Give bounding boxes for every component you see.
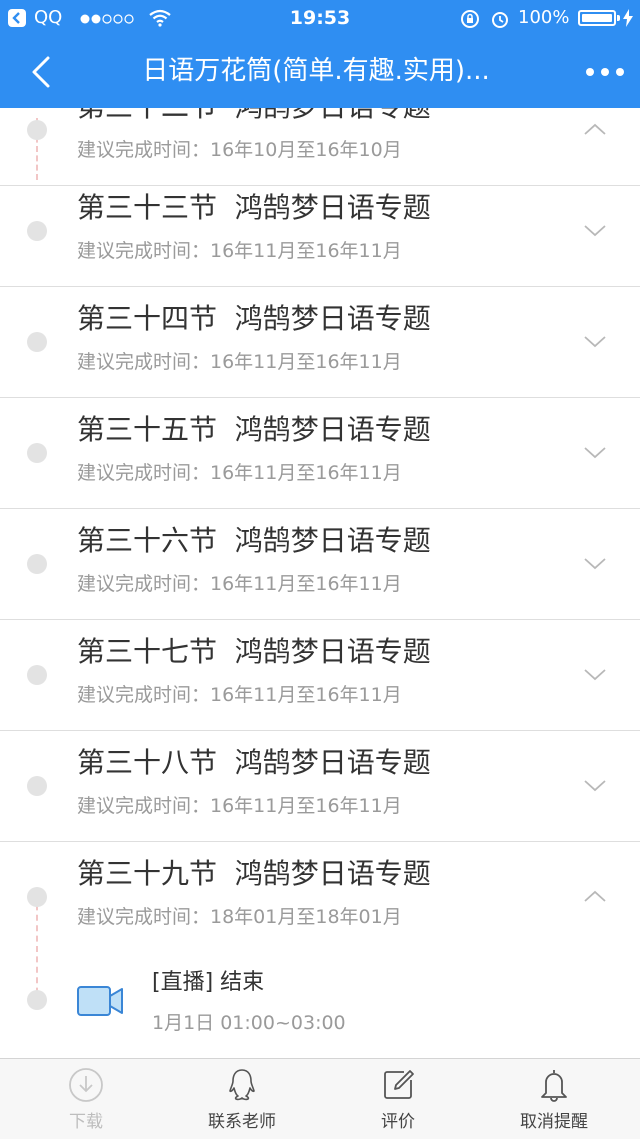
lesson-deadline: 建议完成时间：16年11月至16年11月 [77, 795, 402, 817]
lesson-title: 第三十五节 鸿鹄梦日语专题 [77, 413, 431, 446]
qq-penguin-icon [229, 1069, 255, 1101]
lesson-title: 第三十九节 鸿鹄梦日语专题 [77, 857, 431, 890]
tab-label: 评价 [381, 1112, 415, 1132]
lesson-title: 第三十四节 鸿鹄梦日语专题 [77, 302, 431, 335]
lesson-deadline: 建议完成时间：16年11月至16年11月 [77, 573, 402, 595]
lesson-deadline: 建议完成时间：16年11月至16年11月 [77, 684, 402, 706]
tab-review[interactable]: 评价 [318, 1059, 478, 1139]
lesson-title: 第三十二节 鸿鹄梦日语专题 [77, 108, 431, 127]
chevron-down-icon[interactable] [582, 222, 608, 238]
chevron-down-icon[interactable] [582, 777, 608, 793]
lesson-title: 第三十八节 鸿鹄梦日语专题 [77, 746, 431, 779]
live-session-title: [直播] 结束 [152, 970, 265, 995]
timeline-dot [27, 554, 47, 574]
chevron-up-icon[interactable] [582, 121, 608, 137]
rotation-lock-icon [461, 10, 479, 28]
lesson-item[interactable]: 第三十三节 鸿鹄梦日语专题 建议完成时间：16年11月至16年11月 [0, 176, 640, 287]
timeline-dot [27, 332, 47, 352]
lesson-title: 第三十七节 鸿鹄梦日语专题 [77, 635, 431, 668]
chevron-down-icon[interactable] [582, 666, 608, 682]
battery-percentage: 100% [518, 7, 570, 28]
timeline-dot [27, 776, 47, 796]
lesson-title: 第三十三节 鸿鹄梦日语专题 [77, 191, 431, 224]
lesson-deadline: 建议完成时间：18年01月至18年01月 [77, 906, 402, 928]
lesson-item[interactable]: 第三十六节 鸿鹄梦日语专题 建议完成时间：16年11月至16年11月 [0, 509, 640, 620]
timeline-dot [27, 120, 47, 140]
timeline-dot [27, 990, 47, 1010]
alarm-icon [492, 12, 508, 28]
chevron-up-icon[interactable] [582, 888, 608, 904]
page-title: 日语万花筒(简单.有趣.实用)... [142, 56, 490, 86]
back-button[interactable] [22, 52, 62, 92]
video-camera-icon [77, 986, 123, 1016]
charging-bolt-icon [623, 9, 633, 27]
bell-icon [541, 1070, 567, 1102]
chevron-down-icon[interactable] [582, 555, 608, 571]
lesson-item[interactable]: 第三十九节 鸿鹄梦日语专题 建议完成时间：18年01月至18年01月 [0, 842, 640, 953]
lesson-deadline: 建议完成时间：16年10月至16年10月 [77, 139, 402, 161]
status-bar: QQ 19:53 100% [0, 0, 640, 36]
tab-label: 取消提醒 [520, 1112, 588, 1132]
chevron-down-icon[interactable] [582, 444, 608, 460]
lesson-title: 第三十六节 鸿鹄梦日语专题 [77, 524, 431, 557]
lesson-item[interactable]: 第三十七节 鸿鹄梦日语专题 建议完成时间：16年11月至16年11月 [0, 620, 640, 731]
lesson-list[interactable]: 第三十二节 鸿鹄梦日语专题 建议完成时间：16年10月至16年10月 第三十三节… [0, 108, 640, 1058]
download-icon [69, 1068, 103, 1102]
live-session-time: 1月1日 01:00~03:00 [152, 1012, 346, 1034]
tab-label: 下载 [69, 1112, 103, 1132]
tab-download[interactable]: 下载 [6, 1059, 166, 1139]
timeline-dot [27, 665, 47, 685]
timeline-dot [27, 221, 47, 241]
lesson-item[interactable]: 第三十五节 鸿鹄梦日语专题 建议完成时间：16年11月至16年11月 [0, 398, 640, 509]
chevron-down-icon[interactable] [582, 333, 608, 349]
lesson-item[interactable]: 第三十二节 鸿鹄梦日语专题 建议完成时间：16年10月至16年10月 [0, 108, 640, 186]
edit-icon [384, 1070, 414, 1099]
tab-cancel-reminder[interactable]: 取消提醒 [474, 1059, 634, 1139]
timeline-dot [27, 443, 47, 463]
tab-contact-teacher[interactable]: 联系老师 [162, 1059, 322, 1139]
lesson-deadline: 建议完成时间：16年11月至16年11月 [77, 351, 402, 373]
live-session-item[interactable]: [直播] 结束 1月1日 01:00~03:00 [0, 956, 640, 1046]
bottom-action-bar: 下载 联系老师 评价 取消提醒 [0, 1058, 640, 1139]
lesson-deadline: 建议完成时间：16年11月至16年11月 [77, 240, 402, 262]
lesson-item[interactable]: 第三十八节 鸿鹄梦日语专题 建议完成时间：16年11月至16年11月 [0, 731, 640, 842]
tab-label: 联系老师 [208, 1112, 276, 1132]
lesson-deadline: 建议完成时间：16年11月至16年11月 [77, 462, 402, 484]
timeline-dot [27, 887, 47, 907]
navigation-bar: 日语万花筒(简单.有趣.实用)... [0, 36, 640, 108]
battery-icon [578, 10, 620, 26]
more-options-button[interactable] [584, 62, 626, 82]
lesson-item[interactable]: 第三十四节 鸿鹄梦日语专题 建议完成时间：16年11月至16年11月 [0, 287, 640, 398]
